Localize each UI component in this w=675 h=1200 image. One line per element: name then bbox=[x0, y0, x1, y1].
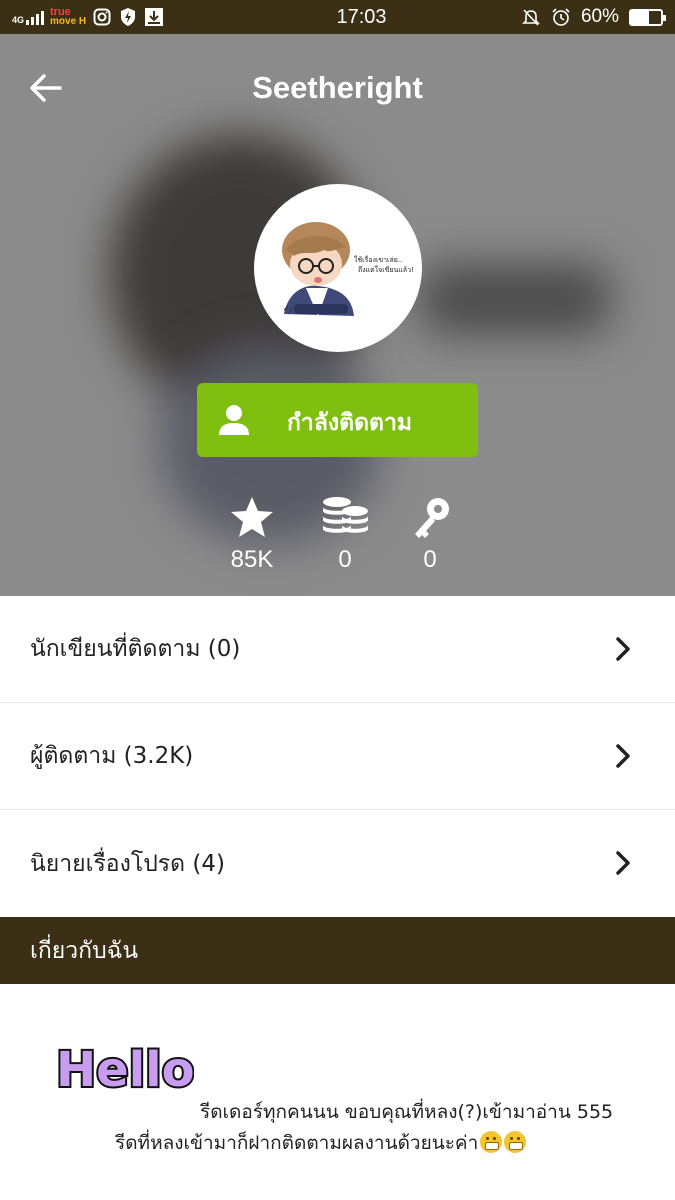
signal-icon bbox=[26, 9, 45, 25]
about-section-header: เกี่ยวกับฉัน bbox=[0, 917, 675, 984]
coins-icon bbox=[323, 497, 368, 533]
page-title: Seetheright bbox=[252, 70, 423, 105]
header-background-art-3 bbox=[420, 264, 610, 334]
battery-icon bbox=[629, 8, 666, 26]
profile-header: Seetheright ใช้เรื่องเขาเล่ย.. ถึงแต่ใจเ… bbox=[0, 34, 675, 596]
svg-text:ถึงแต่ใจเขียนแล้ว!: ถึงแต่ใจเขียนแล้ว! bbox=[358, 265, 414, 274]
carrier-line2: move H bbox=[50, 16, 87, 27]
chevron-right-icon bbox=[616, 851, 630, 875]
about-header-label: เกี่ยวกับฉัน bbox=[30, 937, 139, 964]
avatar-illustration: ใช้เรื่องเขาเล่ย.. ถึงแต่ใจเขียนแล้ว! bbox=[282, 222, 414, 316]
battery-percent: 60% bbox=[580, 6, 619, 27]
about-text-line2-content: รีดที่หลงเข้ามาก็ฝากติดตามผลงานด้วยนะค่า bbox=[115, 1132, 479, 1154]
download-icon bbox=[144, 7, 164, 27]
menu-item-label: ผู้ติดตาม (3.2K) bbox=[30, 743, 194, 769]
stat-stars-value: 85K bbox=[230, 546, 274, 573]
person-icon bbox=[219, 405, 249, 435]
carrier-label: true move H bbox=[50, 7, 86, 27]
alarm-icon bbox=[551, 7, 571, 27]
profile-menu: นักเขียนที่ติดตาม (0) ผู้ติดตาม (3.2K) น… bbox=[0, 596, 675, 917]
grin-emoji-icon bbox=[480, 1131, 503, 1153]
stat-keys-value: 0 bbox=[423, 546, 437, 573]
network-type: 4G bbox=[12, 15, 25, 25]
menu-item-label: นิยายเรื่องโปรด (4) bbox=[30, 850, 225, 877]
instagram-icon bbox=[92, 7, 112, 27]
grin-emoji-icon bbox=[504, 1131, 527, 1153]
menu-item-label: นักเขียนที่ติดตาม (0) bbox=[30, 636, 241, 662]
menu-item-following-writers[interactable]: นักเขียนที่ติดตาม (0) bbox=[0, 596, 675, 703]
star-icon bbox=[231, 497, 273, 537]
about-text-line1: รีดเดอร์ทุกคนนน ขอบคุณที่หลง(?)เข้ามาอ่า… bbox=[200, 1101, 614, 1123]
stat-keys: 0 bbox=[390, 494, 470, 574]
about-text-line2: รีดที่หลงเข้ามาก็ฝากติดตามผลงานด้วยนะค่า bbox=[115, 1128, 527, 1158]
stat-coins-value: 0 bbox=[338, 546, 352, 573]
following-button[interactable]: กำลังติดตาม bbox=[197, 383, 478, 457]
chevron-right-icon bbox=[616, 744, 630, 768]
mute-bell-icon bbox=[521, 7, 541, 27]
menu-item-favorite-novels[interactable]: นิยายเรื่องโปรด (4) bbox=[0, 810, 675, 917]
shield-bolt-icon bbox=[118, 7, 138, 27]
chevron-right-icon bbox=[616, 637, 630, 661]
menu-item-followers[interactable]: ผู้ติดตาม (3.2K) bbox=[0, 703, 675, 810]
stats-row: 85K 0 0 bbox=[0, 494, 675, 584]
status-bar: 4G true move H 17:03 60% bbox=[0, 0, 675, 34]
about-content: Hello! รีดเดอร์ทุกคนนน ขอบคุณที่หลง(?)เข… bbox=[0, 984, 675, 1200]
hello-sticker-image: Hello! bbox=[54, 1040, 194, 1098]
svg-text:Hello!: Hello! bbox=[56, 1042, 194, 1098]
network-indicator: 4G bbox=[12, 9, 45, 25]
avatar[interactable]: ใช้เรื่องเขาเล่ย.. ถึงแต่ใจเขียนแล้ว! bbox=[254, 184, 422, 352]
key-icon bbox=[415, 498, 449, 538]
stat-stars: 85K bbox=[212, 494, 292, 574]
svg-text:ใช้เรื่องเขาเล่ย..: ใช้เรื่องเขาเล่ย.. bbox=[354, 255, 402, 264]
clock: 17:03 bbox=[336, 5, 387, 28]
following-label: กำลังติดตาม bbox=[287, 410, 413, 436]
stat-coins: 0 bbox=[305, 494, 385, 574]
